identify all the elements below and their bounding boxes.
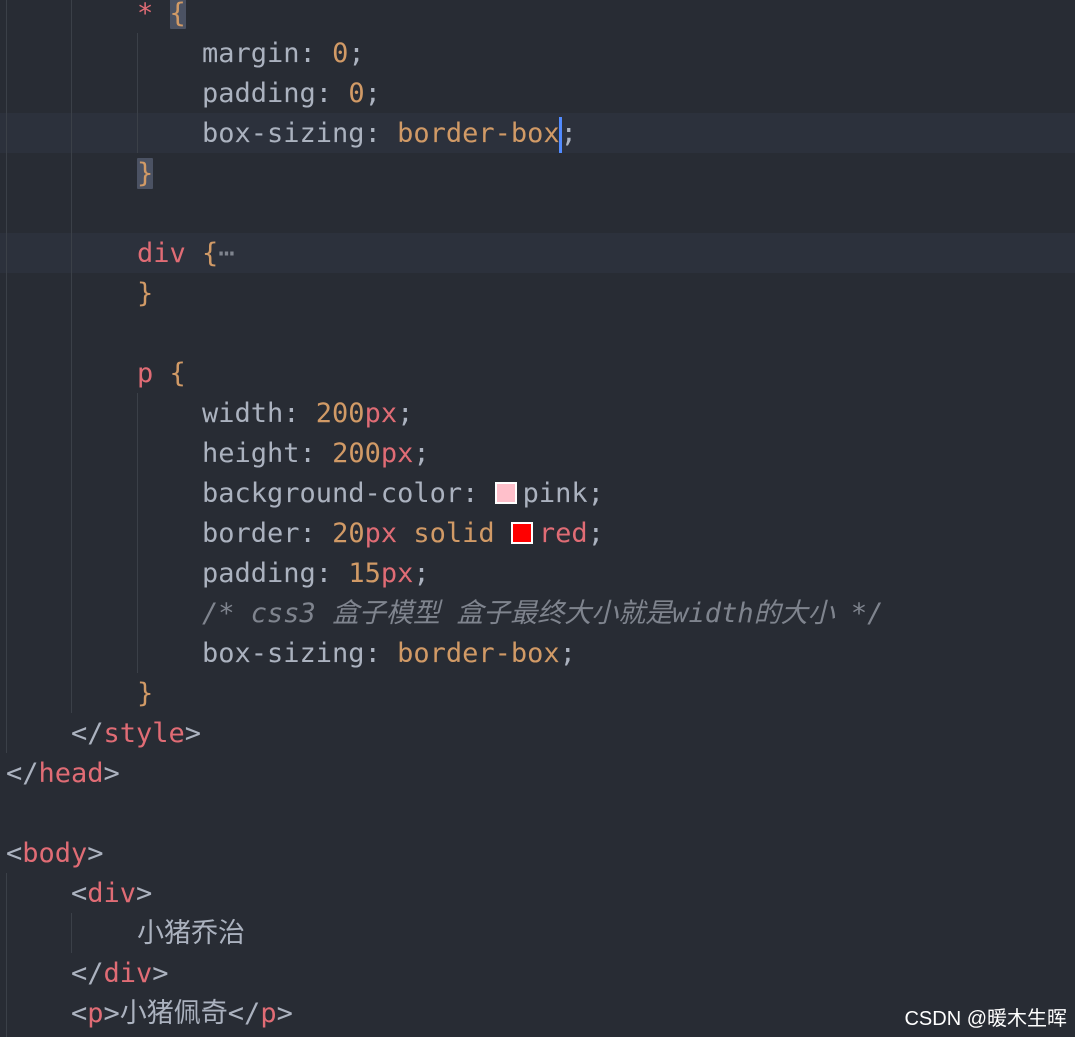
code-line[interactable]: margin: 0; bbox=[0, 34, 365, 74]
code-line[interactable]: padding: 15px; bbox=[0, 554, 430, 594]
css-selector: div bbox=[137, 238, 186, 269]
css-property: padding bbox=[202, 78, 316, 109]
css-property: background-color bbox=[202, 478, 463, 509]
code-line[interactable]: background-color: pink; bbox=[0, 474, 604, 514]
color-swatch-icon[interactable] bbox=[510, 522, 533, 544]
css-selector: * bbox=[137, 0, 154, 29]
css-number: 200 bbox=[332, 438, 381, 469]
indent-guide bbox=[137, 393, 138, 673]
code-line[interactable]: height: 200px; bbox=[0, 434, 430, 474]
indent-guide bbox=[71, 913, 72, 953]
code-line[interactable]: <div> bbox=[0, 874, 152, 914]
css-selector: p bbox=[137, 358, 154, 389]
css-property: height bbox=[202, 438, 300, 469]
code-line[interactable]: width: 200px; bbox=[0, 394, 413, 434]
css-property: border bbox=[202, 518, 300, 549]
code-line[interactable]: <p>小猪佩奇</p> bbox=[0, 994, 293, 1034]
css-unit: px bbox=[364, 518, 398, 549]
html-tag: p bbox=[260, 998, 277, 1029]
close-brace: } bbox=[137, 278, 154, 309]
css-value: 0 bbox=[348, 78, 365, 109]
css-property: width bbox=[202, 398, 284, 429]
html-tag: p bbox=[87, 998, 104, 1029]
code-line[interactable]: box-sizing: border-box; bbox=[0, 634, 576, 674]
html-text: 小猪乔治 bbox=[137, 918, 245, 949]
css-keyword: solid bbox=[413, 518, 495, 549]
code-line[interactable]: } bbox=[0, 274, 153, 314]
code-line[interactable]: 小猪乔治 bbox=[0, 914, 245, 954]
css-number: 20 bbox=[332, 518, 365, 549]
indent-guide bbox=[137, 33, 138, 153]
html-tag: body bbox=[22, 838, 88, 869]
code-editor[interactable]: * { margin: 0; padding: 0; box-sizing: b… bbox=[0, 0, 1075, 1037]
code-line[interactable]: border: 20px solid red; bbox=[0, 514, 604, 554]
code-line-folded[interactable]: div {⋯ bbox=[0, 234, 235, 274]
open-brace: { bbox=[169, 358, 186, 389]
css-number: 200 bbox=[315, 398, 365, 429]
code-line[interactable]: </style> bbox=[0, 714, 201, 754]
watermark: CSDN @暖木生晖 bbox=[904, 1008, 1067, 1030]
html-tag: head bbox=[38, 758, 104, 789]
css-unit: px bbox=[364, 398, 398, 429]
html-tag: style bbox=[103, 718, 185, 749]
css-unit: px bbox=[380, 558, 414, 589]
html-text: 小猪佩奇 bbox=[119, 998, 228, 1029]
html-tag: div bbox=[103, 958, 153, 989]
css-unit: px bbox=[380, 438, 414, 469]
code-comment: /* css3 盒子模型 盒子最终大小就是width的大小 */ bbox=[202, 598, 884, 629]
code-line[interactable]: </head> bbox=[0, 754, 120, 794]
css-value: red bbox=[538, 518, 588, 549]
open-brace: { bbox=[169, 0, 186, 29]
css-value: 0 bbox=[332, 38, 349, 69]
css-property: margin bbox=[202, 38, 300, 69]
open-brace: { bbox=[202, 238, 219, 269]
html-tag: div bbox=[87, 878, 137, 909]
fold-ellipsis-icon[interactable]: ⋯ bbox=[218, 238, 234, 269]
code-line[interactable]: padding: 0; bbox=[0, 74, 381, 114]
close-brace: } bbox=[137, 678, 154, 709]
color-swatch-icon[interactable] bbox=[494, 482, 517, 504]
close-brace: } bbox=[137, 158, 154, 189]
css-property: box-sizing bbox=[202, 118, 365, 149]
css-number: 15 bbox=[348, 558, 381, 589]
css-property: padding bbox=[202, 558, 316, 589]
code-line[interactable]: <body> bbox=[0, 834, 104, 874]
code-line-active[interactable]: box-sizing: border-box; bbox=[0, 114, 577, 154]
code-line[interactable]: p { bbox=[0, 354, 186, 394]
css-value: border-box bbox=[397, 638, 560, 669]
css-property: box-sizing bbox=[202, 638, 365, 669]
css-value: border-box bbox=[397, 118, 560, 149]
code-line[interactable]: } bbox=[0, 674, 153, 714]
code-line[interactable]: /* css3 盒子模型 盒子最终大小就是width的大小 */ bbox=[0, 594, 883, 634]
code-line[interactable]: </div> bbox=[0, 954, 169, 994]
css-value: pink bbox=[522, 478, 588, 509]
indent-guide bbox=[71, 0, 72, 713]
code-line[interactable]: * { bbox=[0, 0, 186, 34]
code-line[interactable]: } bbox=[0, 154, 154, 194]
